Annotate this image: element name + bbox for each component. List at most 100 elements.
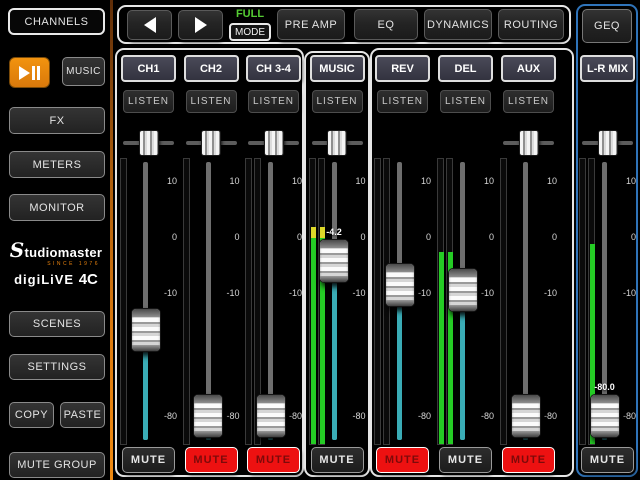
listen-button[interactable]: LISTEN xyxy=(377,90,428,113)
fx-button[interactable]: FX xyxy=(9,107,105,134)
pan-knob[interactable] xyxy=(519,130,539,156)
channel-strip-ch1: CH1 LISTEN 10 0 -10 -80 MUTE xyxy=(118,0,179,480)
fader-track-active xyxy=(460,312,465,440)
settings-button[interactable]: SETTINGS xyxy=(9,354,105,380)
fader-scale-tick: 0 xyxy=(470,232,494,242)
scenes-button[interactable]: SCENES xyxy=(9,311,105,337)
channel-strip-ch-3-4: CH 3-4LISTEN100-10-80MUTE xyxy=(243,0,304,480)
fader-scale-tick: -80 xyxy=(342,411,366,421)
fader-scale-tick: 10 xyxy=(342,176,366,186)
level-meter xyxy=(579,158,586,445)
channels-button[interactable]: CHANNELS xyxy=(8,8,105,35)
fader-knob[interactable] xyxy=(319,239,349,283)
fader-knob[interactable] xyxy=(448,268,478,312)
pan-knob[interactable] xyxy=(264,130,284,156)
channel-select-button[interactable]: AUX xyxy=(501,55,556,82)
pan-knob[interactable] xyxy=(598,130,618,156)
listen-button[interactable]: LISTEN xyxy=(186,90,237,113)
listen-button[interactable]: LISTEN xyxy=(123,90,174,113)
fader-scale-tick: 10 xyxy=(278,176,302,186)
fader-scale-tick: 0 xyxy=(407,232,431,242)
pan-knob[interactable] xyxy=(327,130,347,156)
mute-group-button[interactable]: MUTE GROUP xyxy=(9,452,105,478)
listen-button[interactable]: LISTEN xyxy=(312,90,363,113)
brand-product-logo: digiLiVE 4C xyxy=(6,271,106,288)
channel-select-button[interactable]: CH1 xyxy=(121,55,176,82)
fader-knob[interactable] xyxy=(511,394,541,438)
fader-track-active xyxy=(206,438,211,440)
fader-track-active xyxy=(332,283,337,440)
monitor-button[interactable]: MONITOR xyxy=(9,194,105,221)
fader-value-label: -80.0 xyxy=(585,382,625,392)
paste-button[interactable]: PASTE xyxy=(60,402,105,428)
channel-strip-music: MUSICLISTEN100-10-80-4.2MUTE xyxy=(307,0,368,480)
fader-scale-tick: 10 xyxy=(470,176,494,186)
mute-button[interactable]: MUTE xyxy=(185,447,238,473)
channel-select-button[interactable]: REV xyxy=(375,55,430,82)
pan-knob[interactable] xyxy=(201,130,221,156)
fader-track-active xyxy=(143,352,148,440)
meters-button[interactable]: METERS xyxy=(9,151,105,178)
copy-button[interactable]: COPY xyxy=(9,402,54,428)
listen-button[interactable]: LISTEN xyxy=(248,90,299,113)
fader-scale-tick: -10 xyxy=(278,288,302,298)
fader-knob[interactable] xyxy=(131,308,161,352)
fader-scale-tick: -10 xyxy=(533,288,557,298)
fader-scale-tick: -10 xyxy=(153,288,177,298)
level-meter xyxy=(245,158,252,445)
fader-scale-tick: 10 xyxy=(153,176,177,186)
fader-scale-tick: 0 xyxy=(278,232,302,242)
fader-track-active xyxy=(602,438,607,440)
channel-select-button[interactable]: DEL xyxy=(438,55,493,82)
channel-select-button[interactable]: CH2 xyxy=(184,55,239,82)
channel-strip-rev: REVLISTEN100-10-80MUTE xyxy=(372,0,433,480)
fader-scale-tick: 0 xyxy=(612,232,636,242)
music-source-button[interactable]: MUSIC xyxy=(62,57,105,86)
fader-track-active xyxy=(268,438,273,440)
sidebar: CHANNELS MUSIC FX METERS MONITOR Studiom… xyxy=(0,0,110,480)
level-meter xyxy=(437,158,444,445)
channel-strip-del: DELLISTEN100-10-80MUTE xyxy=(435,0,496,480)
fader-knob[interactable] xyxy=(256,394,286,438)
fader-scale-tick: -10 xyxy=(342,288,366,298)
channel-select-button[interactable]: MUSIC xyxy=(310,55,365,82)
level-meter xyxy=(500,158,507,445)
fader-scale-tick: 10 xyxy=(533,176,557,186)
fader-scale-tick: 0 xyxy=(216,232,240,242)
channel-strip-l-r-mix: L-R MIX100-10-80-80.0MUTE xyxy=(577,0,638,480)
sidebar-accent-divider xyxy=(110,0,113,480)
listen-button[interactable]: LISTEN xyxy=(503,90,554,113)
listen-button[interactable]: LISTEN xyxy=(440,90,491,113)
channel-select-button[interactable]: L-R MIX xyxy=(580,55,635,82)
channel-strip-ch2: CH2LISTEN100-10-80MUTE xyxy=(181,0,242,480)
fader-track-active xyxy=(397,307,402,440)
fader-knob[interactable] xyxy=(590,394,620,438)
fader-scale-tick: 0 xyxy=(533,232,557,242)
mute-button[interactable]: MUTE xyxy=(122,447,175,473)
pan-knob[interactable] xyxy=(139,130,159,156)
fader-track-active xyxy=(523,438,528,440)
level-meter xyxy=(318,158,325,445)
channel-select-button[interactable]: CH 3-4 xyxy=(246,55,301,82)
mute-button[interactable]: MUTE xyxy=(311,447,364,473)
brand-name: Studiomaster xyxy=(6,238,106,262)
mute-button[interactable]: MUTE xyxy=(439,447,492,473)
level-meter xyxy=(374,158,381,445)
mute-button[interactable]: MUTE xyxy=(376,447,429,473)
mute-button[interactable]: MUTE xyxy=(581,447,634,473)
fader-scale-tick: -10 xyxy=(216,288,240,298)
mute-button[interactable]: MUTE xyxy=(502,447,555,473)
fader-scale-tick: 0 xyxy=(153,232,177,242)
fader-scale-tick: 10 xyxy=(612,176,636,186)
fader-scale-tick: -80 xyxy=(407,411,431,421)
fader-scale-tick: -80 xyxy=(470,411,494,421)
level-meter xyxy=(120,158,127,445)
fader-value-label: -4.2 xyxy=(314,227,354,237)
fader-knob[interactable] xyxy=(193,394,223,438)
meter-fill-green xyxy=(311,238,316,444)
fader-scale-tick: -80 xyxy=(153,411,177,421)
mute-button[interactable]: MUTE xyxy=(247,447,300,473)
play-pause-button[interactable] xyxy=(9,57,50,88)
meter-fill-green xyxy=(439,252,444,444)
fader-knob[interactable] xyxy=(385,263,415,307)
